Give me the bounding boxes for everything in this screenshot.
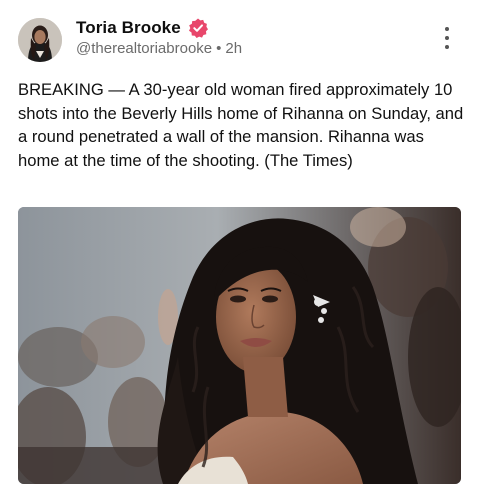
meta-separator: • — [216, 40, 222, 57]
post-body-text: BREAKING — A 30-year old woman fired app… — [18, 80, 468, 170]
verified-badge-icon — [187, 17, 209, 39]
more-vertical-icon — [445, 27, 449, 31]
post-photo[interactable] — [18, 207, 461, 484]
author-avatar[interactable] — [18, 18, 62, 62]
author-display-name[interactable]: Toria Brooke — [76, 18, 181, 38]
more-options-button[interactable] — [436, 24, 458, 52]
author-handle[interactable]: @therealtoriabrooke — [76, 40, 212, 57]
author-meta-row: @therealtoriabrooke • 2h — [76, 40, 242, 57]
post-timestamp[interactable]: 2h — [225, 40, 242, 57]
more-vertical-icon-dot — [445, 45, 449, 49]
more-vertical-icon-dot — [445, 36, 449, 40]
author-name-row: Toria Brooke — [76, 16, 209, 40]
post-card: Toria Brooke @therealtoriabrooke • 2h BR… — [0, 0, 479, 500]
